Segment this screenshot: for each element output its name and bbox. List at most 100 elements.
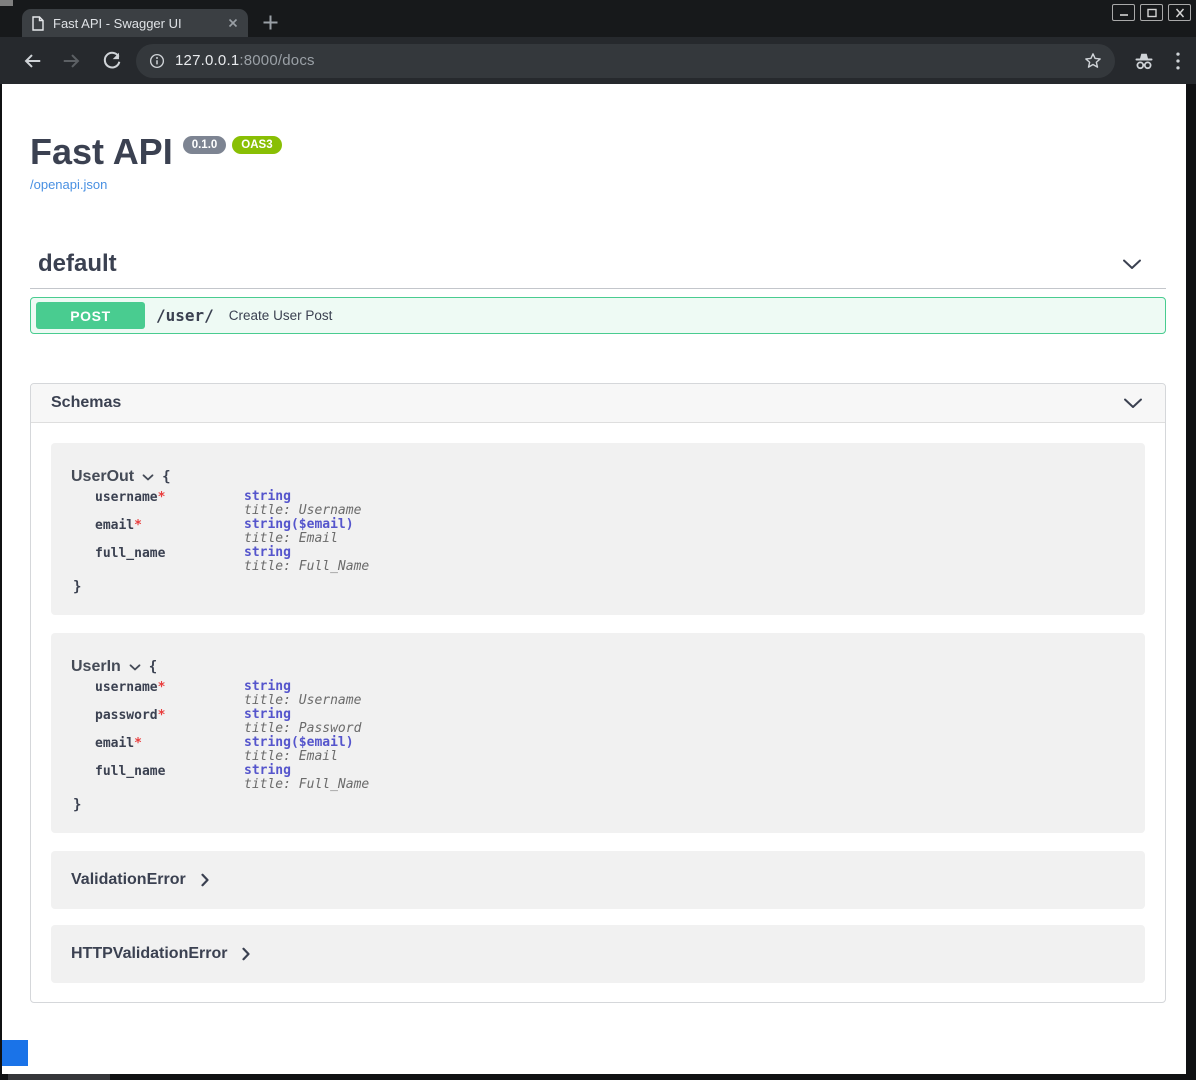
chevron-right-icon [242,947,250,961]
property-type: string [244,546,369,560]
bottom-bar-segment [8,1074,110,1080]
default-section-header[interactable]: default [30,250,1166,289]
model-httpvalidationerror[interactable]: HTTPValidationError [51,925,1145,983]
url-path: :8000/docs [239,52,314,69]
required-mark: * [134,736,142,751]
star-icon [1083,51,1103,71]
property-name: password [95,708,158,723]
open-brace: { [149,659,157,675]
schema-property-row: full_name string title: Full_Name [95,764,1125,792]
property-type: string [244,490,361,504]
model-userout: UserOut { username* string ti [51,443,1145,615]
chevron-down-icon [129,664,141,671]
incognito-indicator[interactable] [1132,49,1156,73]
back-button[interactable] [21,50,43,72]
close-brace: } [73,797,1125,813]
site-info-icon [148,52,166,70]
browser-chrome: Fast API - Swagger UI [0,0,1196,84]
api-info: Fast API 0.1.0 OAS3 /openapi.json [30,84,1166,194]
model-properties: username* string title: Username passwor… [95,680,1125,792]
page-title: Fast API [30,133,173,171]
property-type: string [244,764,369,778]
property-name: username [95,490,158,505]
model-userout-toggle[interactable]: UserOut { [71,468,1125,486]
chevron-down-icon[interactable] [1122,259,1142,270]
endpoint-path: /user/ [156,306,214,325]
schema-property-row: email* string($email) title: Email [95,518,1125,546]
post-method-badge: POST [36,302,145,329]
schema-property-row: password* string title: Password [95,708,1125,736]
default-section-title: default [38,250,117,278]
required-mark: * [158,680,166,695]
minimize-icon [1118,8,1130,18]
required-mark: * [134,518,142,533]
property-title: title: Full_Name [244,560,369,574]
incognito-icon [1132,49,1156,73]
property-title: title: Email [244,532,354,546]
plus-icon [262,14,279,31]
url-bar[interactable]: 127.0.0.1:8000/docs [136,44,1115,78]
close-brace: } [73,579,1125,595]
forward-arrow-icon [61,50,83,72]
tab-title: Fast API - Swagger UI [53,16,182,31]
version-badge: 0.1.0 [183,136,227,154]
schemas-section: Schemas UserOut { [30,383,1166,1003]
property-name: username [95,680,158,695]
browser-tab[interactable]: Fast API - Swagger UI [22,9,248,37]
window-corner-notch [0,0,13,6]
schema-property-row: username* string title: Username [95,680,1125,708]
oas3-badge: OAS3 [232,136,281,154]
chevron-down-icon [142,474,154,481]
property-type: string($email) [244,518,354,532]
schema-property-row: username* string title: Username [95,490,1125,518]
property-name: full_name [95,764,165,779]
badges: 0.1.0 OAS3 [183,136,282,154]
browser-menu-button[interactable] [1174,50,1182,72]
new-tab-button[interactable] [262,14,279,31]
reload-icon [101,50,123,72]
bookmark-star-button[interactable] [1083,51,1103,71]
required-mark: * [158,490,166,505]
schema-property-row: full_name string title: Full_Name [95,546,1125,574]
model-title: UserIn [71,658,121,676]
model-userin: UserIn { username* string tit [51,633,1145,833]
url-host: 127.0.0.1 [175,52,239,69]
default-section: default POST /user/ Create User Post [30,250,1166,334]
model-title: ValidationError [71,871,186,889]
reload-button[interactable] [101,50,123,72]
tab-close-icon [228,18,238,28]
chevron-down-icon[interactable] [1123,398,1143,409]
model-properties: username* string title: Username email* … [95,490,1125,574]
post-user-endpoint-row[interactable]: POST /user/ Create User Post [30,297,1166,334]
minimize-button[interactable] [1112,4,1135,21]
swagger-page: Fast API 0.1.0 OAS3 /openapi.json defaul… [2,84,1186,1074]
tab-close-button[interactable] [228,18,238,28]
three-dot-menu-icon [1174,50,1182,72]
openapi-spec-link[interactable]: /openapi.json [30,177,107,192]
property-title: title: Full_Name [244,778,369,792]
model-validationerror[interactable]: ValidationError [51,851,1145,909]
maximize-button[interactable] [1140,4,1163,21]
property-title: title: Username [244,504,361,518]
close-icon [1174,8,1186,18]
property-title: title: Password [244,722,361,736]
maximize-icon [1146,8,1158,18]
page-favicon-icon [32,16,44,31]
required-mark: * [158,708,166,723]
url-text: 127.0.0.1:8000/docs [175,52,315,69]
chevron-right-icon [201,873,209,887]
model-userin-toggle[interactable]: UserIn { [71,658,1125,676]
property-name: full_name [95,546,165,561]
browser-toolbar: 127.0.0.1:8000/docs [0,37,1196,84]
status-bubble-artifact [2,1040,28,1066]
property-type: string [244,708,361,722]
close-window-button[interactable] [1168,4,1191,21]
schemas-section-header[interactable]: Schemas [31,384,1165,423]
property-type: string($email) [244,736,354,750]
endpoint-summary: Create User Post [229,308,333,323]
property-title: title: Email [244,750,354,764]
forward-button[interactable] [61,50,83,72]
property-type: string [244,680,361,694]
property-name: email [95,736,134,751]
window-controls [1112,4,1191,21]
